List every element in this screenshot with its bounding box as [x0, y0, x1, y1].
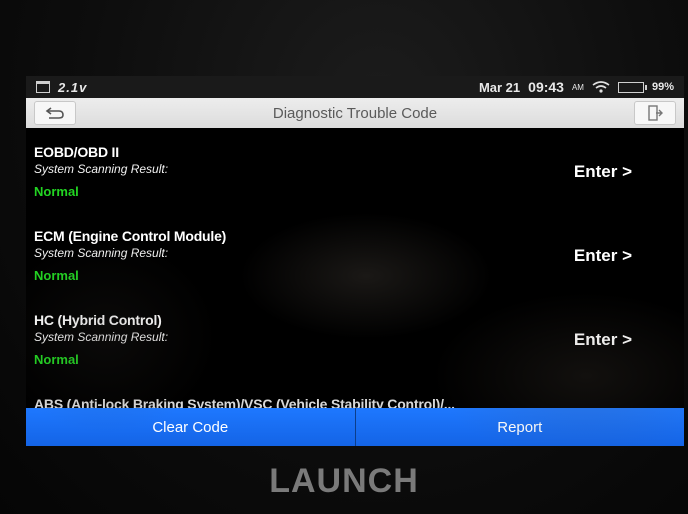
calendar-icon [36, 81, 50, 93]
back-arrow-icon [45, 107, 64, 119]
scan-result-label: System Scanning Result: [34, 162, 169, 176]
scan-status: Normal [34, 268, 79, 283]
enter-button[interactable]: Enter > [574, 162, 632, 182]
status-ampm: AM [571, 82, 584, 92]
brand-logo: LAUNCH [269, 462, 419, 500]
battery-percent: 99% [651, 81, 674, 93]
enter-button[interactable]: Enter > [574, 246, 632, 266]
scan-status: Normal [34, 352, 79, 367]
system-list: EOBD/OBD II System Scanning Result: Norm… [26, 128, 684, 408]
list-item-abs[interactable]: ABS (Anti-lock Braking System)/VSC (Vehi… [26, 380, 684, 408]
wifi-icon [592, 81, 610, 93]
status-date: Mar 21 [478, 79, 521, 95]
list-item-eobd[interactable]: EOBD/OBD II System Scanning Result: Norm… [26, 128, 684, 212]
enter-button[interactable]: Enter > [574, 330, 632, 350]
title-bar: Diagnostic Trouble Code [26, 98, 684, 128]
exit-button[interactable] [634, 101, 676, 125]
back-button[interactable] [34, 101, 76, 125]
page-title: Diagnostic Trouble Code [272, 104, 438, 122]
signal-indicator: 2.1v [58, 79, 88, 95]
scan-result-label: System Scanning Result: [34, 246, 169, 260]
exit-icon [648, 105, 663, 121]
list-item-ecm[interactable]: ECM (Engine Control Module) System Scann… [26, 212, 684, 296]
action-bar: Clear Code Report [26, 408, 684, 446]
system-name: HC (Hybrid Control) [34, 312, 162, 328]
system-name: ECM (Engine Control Module) [34, 228, 227, 244]
report-button[interactable]: Report [355, 408, 684, 446]
list-item-hc[interactable]: HC (Hybrid Control) System Scanning Resu… [26, 296, 684, 380]
system-name: EOBD/OBD II [34, 144, 119, 160]
scan-status: Normal [34, 184, 79, 199]
device-screen: 2.1v Mar 21 09:43 AM 99% Diagnostic Trou… [26, 76, 684, 446]
battery-icon [617, 81, 647, 93]
status-bar: 2.1v Mar 21 09:43 AM 99% [26, 76, 684, 98]
clear-code-button[interactable]: Clear Code [26, 408, 356, 446]
status-time: 09:43 [528, 79, 564, 95]
scan-result-label: System Scanning Result: [34, 330, 169, 344]
system-name: ABS (Anti-lock Braking System)/VSC (Vehi… [34, 396, 455, 408]
